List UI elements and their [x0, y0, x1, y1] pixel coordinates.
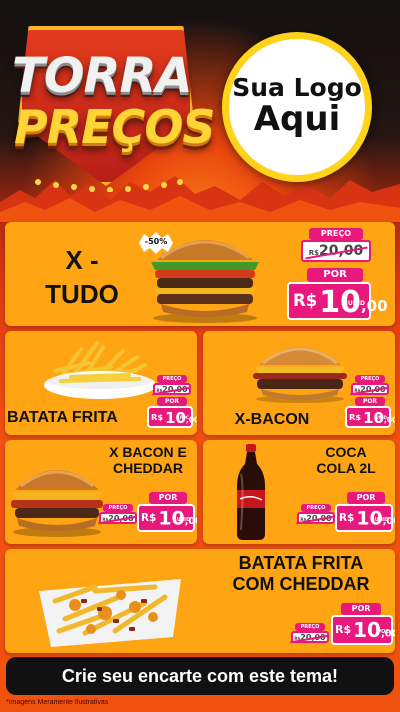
price-unit: UNID	[375, 415, 387, 420]
torra-precos-badge: TORRA PREÇOS	[8, 18, 216, 194]
product-name-line1: X -	[65, 245, 99, 275]
product-name: BATATA FRITA COM CHEDDAR	[211, 553, 391, 594]
soda-bottle-image	[231, 444, 271, 542]
new-price-label: POR	[355, 397, 385, 406]
badge-title-torra: TORRA	[12, 48, 193, 104]
product-name: X-BACON	[234, 411, 310, 428]
old-price: R$20,00	[297, 512, 335, 524]
new-price: R$10,00 POC	[331, 615, 395, 645]
product-name-line2: CHEDDAR	[113, 460, 183, 477]
price-box: PREÇO R$20,00 POR R$10,00 UNID	[345, 375, 395, 431]
old-price-value: 20,00	[162, 385, 188, 394]
price-box: PREÇO R$20,00 POR R$10,00 UNID	[287, 228, 388, 322]
discount-burst: -50%	[139, 232, 173, 254]
product-card-xtudo[interactable]: X - TUDO -50% PREÇO R$20,00 POR R$10,00 …	[5, 222, 395, 326]
price-box: PREÇO R$20,00 POR R$10,00 POC	[147, 375, 197, 431]
new-price-label: POR	[307, 268, 363, 282]
cta-banner[interactable]: Crie seu encarte com este tema!	[6, 657, 394, 695]
old-price-label: PREÇO	[295, 623, 325, 631]
logo-text-line2: Aqui	[253, 99, 341, 140]
product-name: BATATA FRITA	[7, 409, 118, 426]
product-card-batata-frita[interactable]: BATATA FRITA PREÇO R$20,00 POR R$ 10,00 P…	[5, 331, 197, 435]
new-price-currency: R$	[335, 623, 352, 637]
logo-text-line1: Sua Logo	[232, 73, 362, 103]
product-name: COCA COLA 2L	[299, 444, 393, 476]
product-card-x-bacon-cheddar[interactable]: X BACON E CHEDDAR PREÇO R$20,00 POR R$ 10…	[5, 440, 197, 544]
product-name-line2: TUDO	[45, 278, 119, 309]
product-card-coca-cola[interactable]: COCA COLA 2L PREÇO R$20,00 POR R$10,00 U…	[203, 440, 395, 544]
old-price-value: 20,00	[360, 385, 386, 394]
product-card-batata-cheddar[interactable]: BATATA FRITA COM CHEDDAR PREÇO R$20,00 P…	[5, 549, 395, 653]
old-price: R$20,00	[301, 240, 371, 262]
price-unit: UNID	[374, 517, 389, 523]
new-price: R$10,00 POC	[147, 406, 197, 428]
new-price-label: POR	[149, 492, 187, 504]
product-name-line2: COLA 2L	[316, 460, 376, 477]
burger-image	[245, 335, 355, 403]
product-card-x-bacon[interactable]: X-BACON PREÇO R$20,00 POR R$ 10,00 UNID	[203, 331, 395, 435]
new-price-currency: R$	[293, 291, 318, 310]
price-box: PREÇO R$20,00 POR R$10,00 UNID	[99, 490, 197, 542]
logo-placeholder[interactable]: Sua Logo Aqui	[222, 32, 372, 182]
new-price: R$10,00 UNID	[335, 504, 395, 532]
new-price-label: POR	[157, 397, 187, 406]
new-price-currency: R$	[151, 412, 164, 422]
new-price: R$10,00 UNID	[345, 406, 395, 428]
product-name: X BACON E CHEDDAR	[101, 444, 195, 476]
old-price-label: PREÇO	[355, 375, 385, 383]
product-name-line1: X BACON E	[109, 444, 187, 460]
old-price-label: PREÇO	[103, 504, 133, 512]
old-price: R$20,00	[153, 383, 191, 395]
new-price-label: POR	[341, 603, 381, 615]
product-name-line1: BATATA FRITA	[238, 553, 364, 573]
badge-title-precos: PREÇOS	[14, 100, 216, 154]
product-name-line2: COM CHEDDAR	[232, 573, 370, 594]
price-unit: POC	[377, 629, 389, 635]
old-price-value: 20,00	[306, 514, 332, 523]
new-price: R$10,00 UNID	[287, 282, 388, 320]
price-unit: UNID	[176, 517, 191, 523]
price-box: PREÇO R$20,00 POR R$10,00 POC	[291, 603, 395, 651]
new-price: R$10,00 UNID	[137, 504, 197, 532]
old-price-label: PREÇO	[309, 228, 363, 240]
old-price-value: 20,00	[318, 243, 364, 259]
badge-lights	[35, 179, 183, 192]
old-price-value: 20,00	[108, 514, 134, 523]
header-banner: TORRA PREÇOS Sua Logo Aqui	[0, 0, 400, 222]
new-price-currency: R$	[349, 412, 362, 422]
discount-label: -50%	[144, 237, 168, 246]
product-name: X - TUDO	[27, 244, 137, 312]
old-price-label: PREÇO	[157, 375, 187, 383]
old-price: R$20,00	[291, 631, 329, 643]
burger-image	[7, 454, 107, 538]
disclaimer-text: *Imagens Meramente Ilustrativas	[6, 699, 109, 706]
fries-cheddar-image	[35, 557, 185, 649]
new-price-currency: R$	[339, 512, 355, 524]
price-unit: POC	[179, 415, 189, 420]
old-price-currency: R$	[308, 249, 319, 257]
old-price: R$20,00	[99, 512, 137, 524]
price-unit: UNID	[347, 300, 365, 307]
new-price-label: POR	[347, 492, 385, 504]
fries-image	[41, 337, 159, 405]
new-price-currency: R$	[141, 512, 157, 524]
old-price: R$20,00	[351, 383, 389, 395]
old-price-label: PREÇO	[301, 504, 331, 512]
old-price-value: 20,00	[300, 633, 326, 642]
product-name-line1: COCA	[325, 444, 367, 460]
price-box: PREÇO R$20,00 POR R$10,00 UNID	[297, 490, 395, 542]
